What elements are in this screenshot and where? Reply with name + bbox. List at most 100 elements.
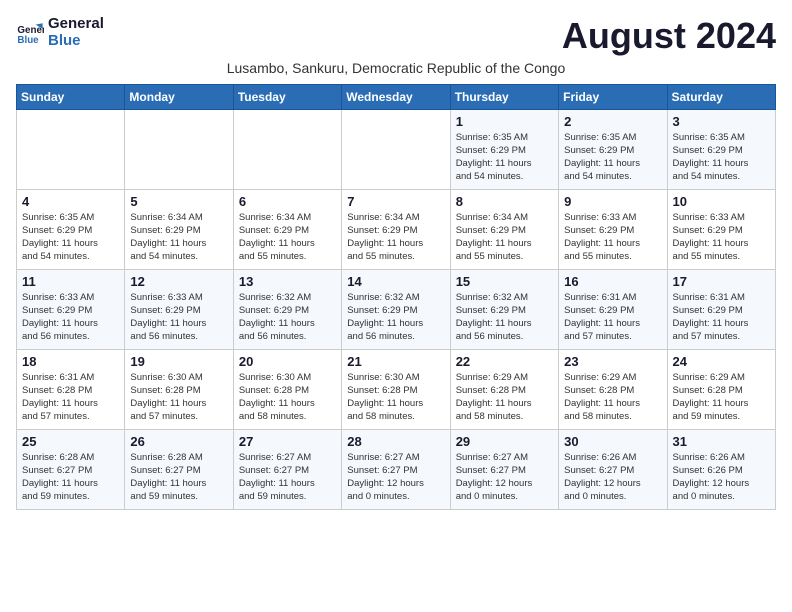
day-number: 18 [22,354,119,369]
calendar-cell: 6 Sunrise: 6:34 AM Sunset: 6:29 PM Daylig… [233,189,341,269]
calendar-cell: 23Sunrise: 6:29 AM Sunset: 6:28 PM Dayli… [559,349,667,429]
day-info: Sunrise: 6:35 AM Sunset: 6:29 PM Dayligh… [456,131,553,184]
calendar-cell: 9Sunrise: 6:33 AM Sunset: 6:29 PM Daylig… [559,189,667,269]
week-row-3: 18 Sunrise: 6:31 AM Sunset: 6:28 PM Dayli… [17,349,776,429]
svg-text:Blue: Blue [17,34,39,45]
day-info: Sunrise: 6:32 AM Sunset: 6:29 PM Dayligh… [456,291,553,344]
day-info: Sunrise: 6:30 AM Sunset: 6:28 PM Dayligh… [130,371,227,424]
calendar-body: 1 Sunrise: 6:35 AM Sunset: 6:29 PM Daylig… [17,109,776,509]
day-number: 17 [673,274,770,289]
calendar-cell: 7 Sunrise: 6:34 AM Sunset: 6:29 PM Daylig… [342,189,450,269]
calendar-cell: 8 Sunrise: 6:34 AM Sunset: 6:29 PM Daylig… [450,189,558,269]
calendar-cell: 30 Sunrise: 6:26 AM Sunset: 6:27 PM Dayli… [559,429,667,509]
calendar-cell: 20 Sunrise: 6:30 AM Sunset: 6:28 PM Dayli… [233,349,341,429]
day-number: 16 [564,274,661,289]
day-info: Sunrise: 6:29 AM Sunset: 6:28 PM Dayligh… [673,371,770,424]
day-number: 7 [347,194,444,209]
day-number: 22 [456,354,553,369]
day-number: 6 [239,194,336,209]
day-info: Sunrise: 6:32 AM Sunset: 6:29 PM Dayligh… [239,291,336,344]
calendar-cell: 26 Sunrise: 6:28 AM Sunset: 6:27 PM Dayli… [125,429,233,509]
calendar-cell: 3Sunrise: 6:35 AM Sunset: 6:29 PM Daylig… [667,109,775,189]
day-number: 30 [564,434,661,449]
day-info: Sunrise: 6:33 AM Sunset: 6:29 PM Dayligh… [130,291,227,344]
day-number: 8 [456,194,553,209]
day-number: 5 [130,194,227,209]
calendar-cell: 29Sunrise: 6:27 AM Sunset: 6:27 PM Dayli… [450,429,558,509]
calendar-cell: 15 Sunrise: 6:32 AM Sunset: 6:29 PM Dayli… [450,269,558,349]
header: General Blue General Blue August 2024 [16,16,776,56]
calendar-table: SundayMondayTuesdayWednesdayThursdayFrid… [16,84,776,510]
calendar-cell: 4 Sunrise: 6:35 AM Sunset: 6:29 PM Daylig… [17,189,125,269]
day-number: 27 [239,434,336,449]
calendar-cell: 13 Sunrise: 6:32 AM Sunset: 6:29 PM Dayli… [233,269,341,349]
calendar-cell [125,109,233,189]
day-info: Sunrise: 6:26 AM Sunset: 6:27 PM Dayligh… [564,451,661,504]
subtitle: Lusambo, Sankuru, Democratic Republic of… [16,60,776,76]
calendar-cell [17,109,125,189]
calendar-cell [342,109,450,189]
calendar-cell [233,109,341,189]
day-info: Sunrise: 6:33 AM Sunset: 6:29 PM Dayligh… [564,211,661,264]
logo-line2: Blue [48,33,104,50]
day-number: 24 [673,354,770,369]
day-number: 19 [130,354,227,369]
calendar-cell: 19 Sunrise: 6:30 AM Sunset: 6:28 PM Dayli… [125,349,233,429]
calendar-cell: 22 Sunrise: 6:29 AM Sunset: 6:28 PM Dayli… [450,349,558,429]
week-row-2: 11 Sunrise: 6:33 AM Sunset: 6:29 PM Dayli… [17,269,776,349]
day-number: 15 [456,274,553,289]
day-info: Sunrise: 6:29 AM Sunset: 6:28 PM Dayligh… [456,371,553,424]
logo: General Blue General Blue [16,16,104,49]
week-row-1: 4 Sunrise: 6:35 AM Sunset: 6:29 PM Daylig… [17,189,776,269]
main-title: August 2024 [562,16,776,56]
day-info: Sunrise: 6:28 AM Sunset: 6:27 PM Dayligh… [130,451,227,504]
day-number: 31 [673,434,770,449]
day-number: 4 [22,194,119,209]
day-info: Sunrise: 6:30 AM Sunset: 6:28 PM Dayligh… [239,371,336,424]
day-number: 26 [130,434,227,449]
calendar-cell: 12 Sunrise: 6:33 AM Sunset: 6:29 PM Dayli… [125,269,233,349]
day-number: 14 [347,274,444,289]
day-number: 3 [673,114,770,129]
day-info: Sunrise: 6:31 AM Sunset: 6:28 PM Dayligh… [22,371,119,424]
day-number: 28 [347,434,444,449]
day-number: 1 [456,114,553,129]
day-header-wednesday: Wednesday [342,84,450,109]
day-info: Sunrise: 6:30 AM Sunset: 6:28 PM Dayligh… [347,371,444,424]
calendar-cell: 25Sunrise: 6:28 AM Sunset: 6:27 PM Dayli… [17,429,125,509]
calendar-cell: 17 Sunrise: 6:31 AM Sunset: 6:29 PM Dayli… [667,269,775,349]
day-info: Sunrise: 6:31 AM Sunset: 6:29 PM Dayligh… [564,291,661,344]
week-row-0: 1 Sunrise: 6:35 AM Sunset: 6:29 PM Daylig… [17,109,776,189]
day-info: Sunrise: 6:33 AM Sunset: 6:29 PM Dayligh… [673,211,770,264]
calendar-cell: 16 Sunrise: 6:31 AM Sunset: 6:29 PM Dayli… [559,269,667,349]
calendar-cell: 28 Sunrise: 6:27 AM Sunset: 6:27 PM Dayli… [342,429,450,509]
day-info: Sunrise: 6:33 AM Sunset: 6:29 PM Dayligh… [22,291,119,344]
day-info: Sunrise: 6:32 AM Sunset: 6:29 PM Dayligh… [347,291,444,344]
calendar-cell: 11 Sunrise: 6:33 AM Sunset: 6:29 PM Dayli… [17,269,125,349]
day-info: Sunrise: 6:34 AM Sunset: 6:29 PM Dayligh… [456,211,553,264]
calendar-cell: 21Sunrise: 6:30 AM Sunset: 6:28 PM Dayli… [342,349,450,429]
calendar-cell: 31Sunrise: 6:26 AM Sunset: 6:26 PM Dayli… [667,429,775,509]
day-number: 13 [239,274,336,289]
day-info: Sunrise: 6:34 AM Sunset: 6:29 PM Dayligh… [347,211,444,264]
day-info: Sunrise: 6:27 AM Sunset: 6:27 PM Dayligh… [456,451,553,504]
calendar-cell: 2Sunrise: 6:35 AM Sunset: 6:29 PM Daylig… [559,109,667,189]
calendar-cell: 14 Sunrise: 6:32 AM Sunset: 6:29 PM Dayli… [342,269,450,349]
day-info: Sunrise: 6:27 AM Sunset: 6:27 PM Dayligh… [347,451,444,504]
day-number: 20 [239,354,336,369]
calendar-cell: 27Sunrise: 6:27 AM Sunset: 6:27 PM Dayli… [233,429,341,509]
day-header-saturday: Saturday [667,84,775,109]
day-info: Sunrise: 6:28 AM Sunset: 6:27 PM Dayligh… [22,451,119,504]
day-header-sunday: Sunday [17,84,125,109]
calendar-header-row: SundayMondayTuesdayWednesdayThursdayFrid… [17,84,776,109]
day-info: Sunrise: 6:29 AM Sunset: 6:28 PM Dayligh… [564,371,661,424]
day-info: Sunrise: 6:34 AM Sunset: 6:29 PM Dayligh… [239,211,336,264]
title-block: August 2024 [562,16,776,56]
day-header-thursday: Thursday [450,84,558,109]
day-number: 11 [22,274,119,289]
day-info: Sunrise: 6:31 AM Sunset: 6:29 PM Dayligh… [673,291,770,344]
logo-icon: General Blue [16,19,44,47]
day-info: Sunrise: 6:35 AM Sunset: 6:29 PM Dayligh… [22,211,119,264]
calendar-cell: 1 Sunrise: 6:35 AM Sunset: 6:29 PM Daylig… [450,109,558,189]
day-number: 12 [130,274,227,289]
